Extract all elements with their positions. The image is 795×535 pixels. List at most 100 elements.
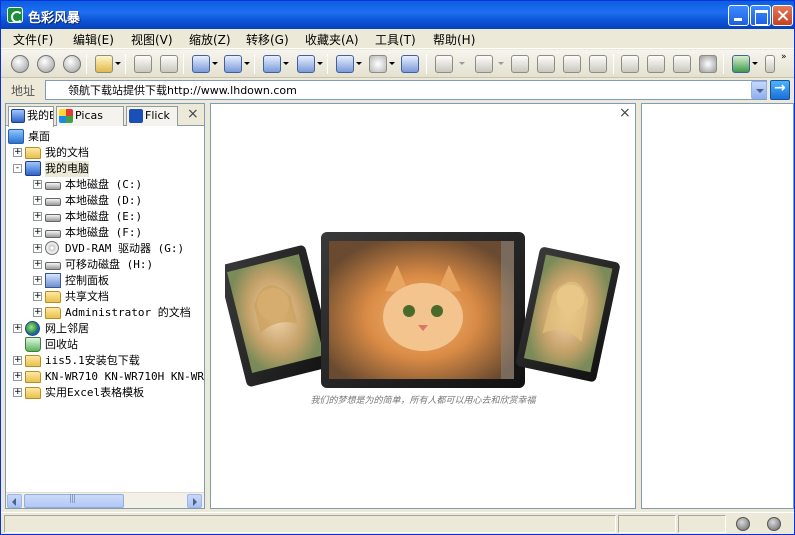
tree-node-label: KN-WR710 KN-WR710H KN-WR71	[45, 370, 204, 383]
move-dropdown-icon[interactable]	[317, 62, 323, 65]
zoom-out-icon[interactable]	[435, 55, 453, 73]
drive-icon	[45, 230, 61, 238]
tree-node-label: DVD-RAM 驱动器 (G:)	[65, 242, 185, 255]
folder-icon	[45, 291, 61, 303]
menu-help[interactable]: 帮助(H)	[433, 31, 475, 48]
toolbar-overflow-icon[interactable]: »	[781, 52, 787, 62]
expand-icon[interactable]: +	[33, 276, 42, 285]
tab-flickr[interactable]: Flick	[126, 106, 178, 126]
zoom-in-dropdown-icon[interactable]	[498, 62, 504, 65]
folder-panel: 我的E Picas Flick × 桌面 + 我的文档 - 我的电脑 + 本地磁…	[5, 103, 205, 509]
fit-icon[interactable]	[511, 55, 529, 73]
help-icon[interactable]	[765, 55, 775, 73]
actual-size-icon[interactable]	[537, 55, 555, 73]
expand-icon[interactable]: +	[13, 372, 22, 381]
fullscreen-icon[interactable]	[673, 55, 691, 73]
expand-icon[interactable]: +	[33, 292, 42, 301]
save-icon[interactable]	[134, 55, 152, 73]
drive-icon	[45, 198, 61, 206]
copy-icon[interactable]	[263, 55, 281, 73]
expand-icon[interactable]: +	[33, 228, 42, 237]
zoom-out-dropdown-icon[interactable]	[459, 62, 465, 65]
favorites-icon[interactable]	[95, 55, 113, 73]
toolbar-separator	[327, 54, 328, 74]
expand-icon[interactable]: +	[33, 260, 42, 269]
tree-node-label: Administrator 的文档	[65, 306, 191, 319]
desktop-icon	[8, 129, 24, 144]
thumbnail-dropdown-icon[interactable]	[244, 62, 250, 65]
expand-icon[interactable]: +	[13, 324, 22, 333]
minimize-button[interactable]	[728, 5, 749, 26]
menu-zoom[interactable]: 缩放(Z)	[189, 31, 231, 48]
slideshow-icon[interactable]	[401, 55, 419, 73]
tab-my-computer[interactable]: 我的E	[8, 106, 54, 127]
preview-close-icon[interactable]: ×	[619, 105, 631, 121]
scroll-left-icon[interactable]	[7, 494, 22, 508]
scroll-thumb[interactable]	[24, 494, 124, 508]
flickr-icon	[129, 109, 143, 123]
up-icon[interactable]	[63, 55, 81, 73]
copy-dropdown-icon[interactable]	[283, 62, 289, 65]
expand-icon[interactable]: +	[33, 180, 42, 189]
title-bar[interactable]: 色彩风暴	[1, 1, 794, 29]
maximize-button[interactable]	[750, 5, 771, 26]
height-icon[interactable]	[589, 55, 607, 73]
browser-dropdown-icon[interactable]	[752, 62, 758, 65]
rotate-icon[interactable]	[336, 55, 354, 73]
network-icon	[25, 321, 40, 336]
splash-caption: 我们的梦想是为的简单，所有人都可以用心去和欣赏幸福	[310, 395, 537, 406]
move-icon[interactable]	[297, 55, 315, 73]
expand-icon[interactable]: +	[33, 308, 42, 317]
rotate-dropdown-icon[interactable]	[356, 62, 362, 65]
prev-icon[interactable]	[621, 55, 639, 73]
menu-file[interactable]: 文件(F)	[13, 31, 53, 48]
menu-view[interactable]: 视图(V)	[131, 31, 173, 48]
thumbnail-icon[interactable]	[224, 55, 242, 73]
horizontal-scrollbar[interactable]	[6, 492, 204, 508]
menu-tools[interactable]: 工具(T)	[375, 31, 416, 48]
back-icon[interactable]	[11, 55, 29, 73]
tree-node-label: 本地磁盘 (E:)	[65, 210, 143, 223]
address-label: 地址	[11, 84, 36, 98]
browser-icon[interactable]	[732, 55, 750, 73]
tree-node-label: 桌面	[28, 130, 50, 143]
print-icon[interactable]	[160, 55, 178, 73]
close-button[interactable]	[772, 5, 793, 26]
scroll-right-icon[interactable]	[187, 494, 202, 508]
effect-icon[interactable]	[369, 55, 387, 73]
tab-picasa[interactable]: Picas	[56, 106, 124, 126]
status-cell	[618, 515, 676, 533]
favorites-dropdown-icon[interactable]	[115, 62, 121, 65]
info-panel	[641, 103, 794, 509]
next-icon[interactable]	[647, 55, 665, 73]
settings-icon[interactable]	[699, 55, 717, 73]
collapse-icon[interactable]: -	[13, 164, 22, 173]
expand-icon[interactable]: +	[13, 388, 22, 397]
folder-icon	[45, 307, 61, 319]
toolbar-separator	[613, 54, 614, 74]
address-input[interactable]	[45, 80, 767, 100]
status-bar	[1, 512, 794, 534]
forward-icon[interactable]	[37, 55, 55, 73]
menu-edit[interactable]: 编辑(E)	[73, 31, 114, 48]
panel-close-icon[interactable]: ×	[187, 106, 199, 122]
center-photo-frame	[321, 232, 525, 388]
menu-favorites[interactable]: 收藏夹(A)	[305, 31, 359, 48]
width-icon[interactable]	[563, 55, 581, 73]
expand-icon[interactable]: +	[13, 148, 22, 157]
zoom-in-icon[interactable]	[475, 55, 493, 73]
tree-node-label: 可移动磁盘 (H:)	[65, 258, 154, 271]
menu-go[interactable]: 转移(G)	[246, 31, 289, 48]
expand-icon[interactable]: +	[33, 212, 42, 221]
expand-icon[interactable]: +	[13, 356, 22, 365]
expand-icon[interactable]: +	[33, 244, 42, 253]
tree-node-label: 本地磁盘 (F:)	[65, 226, 143, 239]
view-mode-dropdown-icon[interactable]	[212, 62, 218, 65]
panel-tabs: 我的E Picas Flick ×	[6, 104, 204, 127]
effect-dropdown-icon[interactable]	[389, 62, 395, 65]
go-button[interactable]	[770, 80, 790, 100]
expand-icon[interactable]: +	[33, 196, 42, 205]
address-dropdown-icon[interactable]	[751, 81, 767, 99]
view-mode-icon[interactable]	[192, 55, 210, 73]
tree-node-label: 我的文档	[45, 146, 89, 159]
